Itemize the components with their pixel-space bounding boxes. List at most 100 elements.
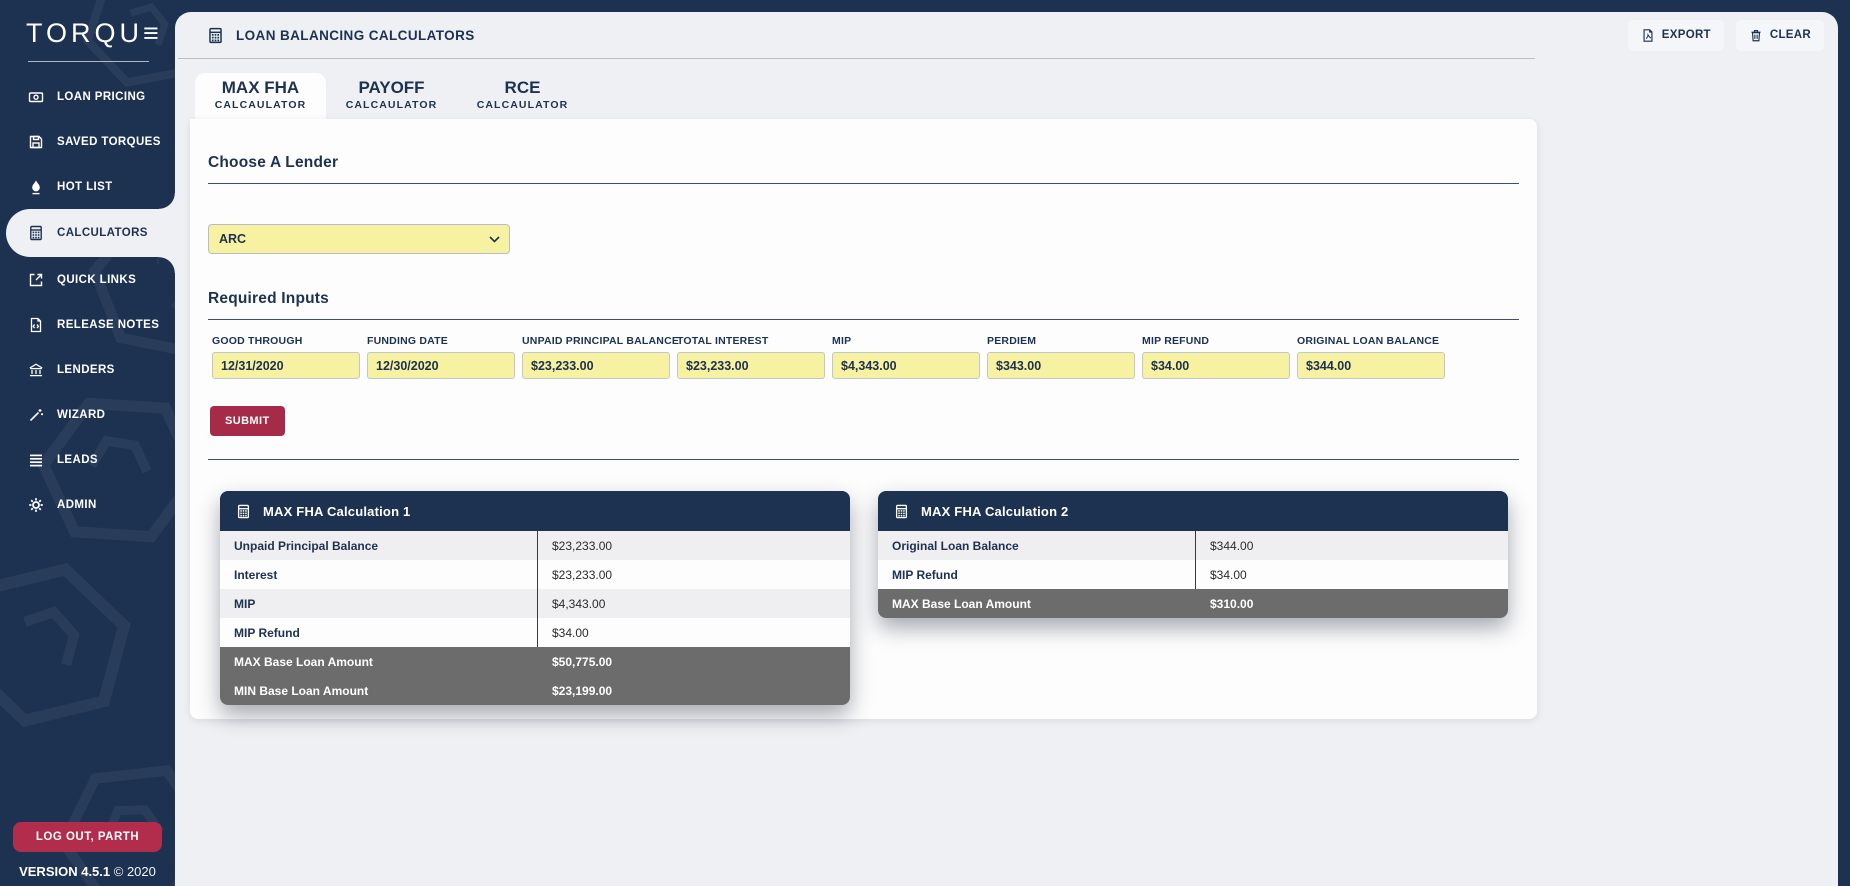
table-row: MIP $4,343.00 [220, 589, 850, 618]
field-total-interest: TOTAL INTEREST [677, 335, 825, 379]
logo-divider [28, 61, 149, 62]
lender-select-wrap: ARC [208, 224, 510, 254]
field-label: GOOD THROUGH [212, 335, 360, 347]
result-value: $23,233.00 [538, 568, 612, 582]
required-inputs-heading: Required Inputs [208, 290, 1519, 308]
bank-icon [28, 362, 44, 378]
result-label: MIP Refund [220, 618, 538, 647]
sidebar-item-label: RELEASE NOTES [57, 319, 159, 331]
result-label: Unpaid Principal Balance [220, 531, 538, 560]
field-unpaid-principal-balance: UNPAID PRINCIPAL BALANCE [522, 335, 670, 379]
mip-refund-input[interactable] [1142, 352, 1290, 379]
sidebar-item-leads[interactable]: LEADS [0, 437, 175, 482]
sidebar-item-wizard[interactable]: WIZARD [0, 392, 175, 437]
sidebar-item-calculators[interactable]: CALCULATORS [6, 209, 175, 257]
unpaid-principal-balance-input[interactable] [522, 352, 670, 379]
result-label: Original Loan Balance [878, 531, 1196, 560]
logo-e-glyph: ≡ [143, 18, 163, 48]
logout-button[interactable]: LOG OUT, PARTH [13, 822, 162, 852]
field-label: FUNDING DATE [367, 335, 515, 347]
tab-rce[interactable]: RCE CALCAULATOR [457, 73, 588, 119]
calculator-icon [28, 225, 44, 241]
calculator-icon [236, 504, 251, 519]
calculator-card: Choose A Lender ARC Required Inputs GOOD… [190, 119, 1537, 719]
total-interest-input[interactable] [677, 352, 825, 379]
result-value: $310.00 [1196, 597, 1253, 611]
sidebar-item-label: CALCULATORS [57, 227, 148, 239]
table-row: MIP Refund $34.00 [878, 560, 1508, 589]
field-perdiem: PERDIEM [987, 335, 1135, 379]
section-divider [208, 183, 1519, 184]
sidebar-item-loan-pricing[interactable]: LOAN PRICING [0, 74, 175, 119]
perdiem-input[interactable] [987, 352, 1135, 379]
result-value: $23,199.00 [538, 684, 612, 698]
sidebar-item-release-notes[interactable]: RELEASE NOTES [0, 302, 175, 347]
result-value: $23,233.00 [538, 539, 612, 553]
result-label: Interest [220, 560, 538, 589]
calculator-icon [207, 27, 224, 44]
good-through-input[interactable] [212, 352, 360, 379]
torque-logo: TORQU≡ [26, 18, 161, 49]
version-number: VERSION 4.5.1 [19, 864, 110, 879]
list-icon [28, 452, 44, 468]
sidebar-item-saved-torques[interactable]: SAVED TORQUES [0, 119, 175, 164]
submit-button[interactable]: SUBMIT [210, 406, 285, 436]
funding-date-input[interactable] [367, 352, 515, 379]
hexagon-watermark [31, 731, 175, 886]
sidebar-item-label: SAVED TORQUES [57, 136, 161, 148]
external-link-icon [28, 272, 44, 288]
tab-max-fha[interactable]: MAX FHA CALCAULATOR [195, 73, 326, 119]
tab-title: PAYOFF [326, 78, 457, 98]
page-title-group: LOAN BALANCING CALCULATORS [207, 27, 475, 44]
field-mip: MIP [832, 335, 980, 379]
mip-input[interactable] [832, 352, 980, 379]
sidebar-item-hot-list[interactable]: HOT LIST [0, 164, 175, 209]
sidebar: TORQU≡ LOAN PRICING SAVED TORQUES HOT LI… [0, 0, 175, 886]
result-value: $50,775.00 [538, 655, 612, 669]
hexagon-watermark [0, 541, 149, 749]
result-value: $344.00 [1196, 539, 1253, 553]
sidebar-item-label: QUICK LINKS [57, 274, 136, 286]
required-inputs-grid: GOOD THROUGH FUNDING DATE UNPAID PRINCIP… [212, 335, 1519, 379]
field-label: MIP REFUND [1142, 335, 1290, 347]
table-title: MAX FHA Calculation 1 [263, 504, 410, 519]
pdf-file-icon [1641, 28, 1655, 43]
result-label: MIP Refund [878, 560, 1196, 589]
clear-button[interactable]: CLEAR [1736, 20, 1824, 51]
original-loan-balance-input[interactable] [1297, 352, 1445, 379]
results-area: MAX FHA Calculation 1 Unpaid Principal B… [220, 491, 1519, 705]
section-divider [208, 459, 1519, 460]
topbar-divider [178, 58, 1535, 59]
sidebar-item-label: HOT LIST [57, 181, 113, 193]
flame-icon [28, 179, 44, 195]
result-label: MAX Base Loan Amount [878, 589, 1196, 618]
version-copyright: © 2020 [114, 864, 156, 879]
version-text: VERSION 4.5.1 © 2020 [0, 864, 175, 879]
table-header: MAX FHA Calculation 1 [220, 491, 850, 531]
sidebar-item-admin[interactable]: ADMIN [0, 482, 175, 527]
sidebar-item-lenders[interactable]: LENDERS [0, 347, 175, 392]
lender-select[interactable]: ARC [208, 224, 510, 254]
field-funding-date: FUNDING DATE [367, 335, 515, 379]
active-item-curve [159, 193, 175, 209]
main-panel: LOAN BALANCING CALCULATORS EXPORT CLEAR … [175, 12, 1838, 886]
tab-subtitle: CALCAULATOR [457, 99, 588, 111]
tab-title: MAX FHA [195, 78, 326, 98]
result-label: MIN Base Loan Amount [220, 676, 538, 705]
tab-subtitle: CALCAULATOR [326, 99, 457, 111]
export-button[interactable]: EXPORT [1628, 20, 1724, 51]
wand-icon [28, 407, 44, 423]
table-row: MIP Refund $34.00 [220, 618, 850, 647]
sidebar-item-quick-links[interactable]: QUICK LINKS [0, 257, 175, 302]
topbar: LOAN BALANCING CALCULATORS EXPORT CLEAR [175, 12, 1838, 58]
table-title: MAX FHA Calculation 2 [921, 504, 1068, 519]
field-original-loan-balance: ORIGINAL LOAN BALANCE [1297, 335, 1445, 379]
table-row-highlight: MIN Base Loan Amount $23,199.00 [220, 676, 850, 705]
tab-payoff[interactable]: PAYOFF CALCAULATOR [326, 73, 457, 119]
table-row: Original Loan Balance $344.00 [878, 531, 1508, 560]
sidebar-menu: LOAN PRICING SAVED TORQUES HOT LIST CALC… [0, 74, 175, 527]
file-code-icon [28, 317, 44, 333]
result-label: MAX Base Loan Amount [220, 647, 538, 676]
field-label: TOTAL INTEREST [677, 335, 825, 347]
table-row: Unpaid Principal Balance $23,233.00 [220, 531, 850, 560]
